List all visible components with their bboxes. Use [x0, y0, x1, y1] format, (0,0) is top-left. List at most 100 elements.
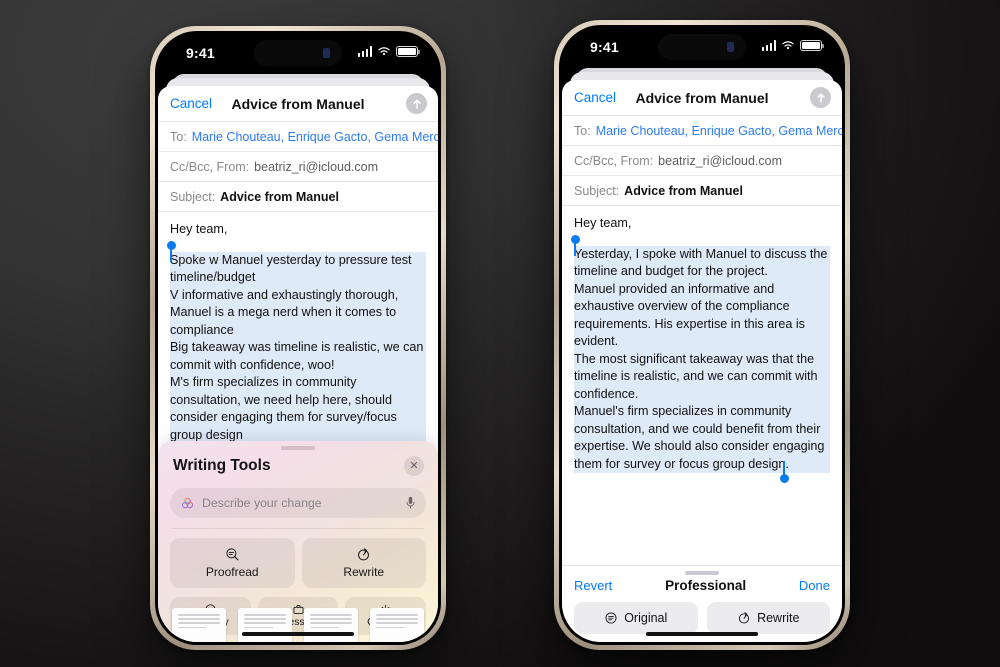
rewrite-button[interactable]: Rewrite [301, 537, 426, 588]
compose-nav-bar: Cancel Advice from Manuel [158, 86, 438, 122]
subject-label: Subject: [574, 184, 620, 198]
to-recipients: Marie Chouteau, Enrique Gacto, Gema Merc… [191, 130, 438, 144]
cc-label: Cc/Bcc, From: [170, 160, 250, 174]
cellular-bars-icon [761, 40, 776, 51]
body-paragraph: Manuel provided an informative and exhau… [574, 280, 830, 351]
writing-tools-title: Writing Tools [173, 457, 271, 474]
body-paragraph: The most significant takeaway was that t… [574, 350, 830, 403]
body-paragraph: Big takeaway was timeline is realistic, … [170, 339, 426, 374]
writing-tools-divider [172, 528, 424, 529]
original-label: Original [624, 611, 668, 625]
selected-text-block-left[interactable]: Spoke w Manuel yesterday to pressure tes… [167, 240, 426, 444]
phone-left-body: 9:41 Cancel Advice from Manuel To: Marie… [155, 31, 441, 645]
email-body-right[interactable]: Hey team, Yesterday, I spoke with Manuel… [562, 206, 842, 483]
cancel-button[interactable]: Cancel [574, 90, 616, 105]
camera-dot-icon [323, 48, 330, 58]
done-button[interactable]: Done [799, 578, 830, 593]
wifi-icon [378, 47, 390, 56]
dynamic-island [658, 34, 746, 60]
body-paragraph: Spoke w Manuel yesterday to pressure tes… [170, 251, 426, 287]
selection-bar-end [783, 461, 785, 476]
document-card[interactable] [172, 608, 226, 642]
writing-tools-panel: Writing Tools ✕ Describe your change Pro… [158, 441, 438, 642]
status-bar-right: 9:41 [562, 28, 842, 68]
microphone-icon[interactable] [405, 496, 416, 510]
rewrite-again-label: Rewrite [757, 611, 800, 625]
subject-field[interactable]: Subject: Advice from Manuel [158, 182, 438, 212]
subject-value: Advice from Manuel [624, 184, 743, 198]
scene-background: 9:41 Cancel Advice from Manuel To: Marie… [0, 0, 1000, 667]
status-indicators [357, 46, 420, 57]
phone-left: 9:41 Cancel Advice from Manuel To: Marie… [150, 26, 446, 650]
original-text-icon [605, 612, 617, 624]
send-button[interactable] [406, 93, 427, 114]
status-indicators [761, 40, 824, 51]
phone-left-screen: 9:41 Cancel Advice from Manuel To: Marie… [158, 34, 438, 642]
phone-right-screen: 9:41 Cancel Advice from Manuel To: Marie… [562, 28, 842, 642]
body-paragraph: Yesterday, I spoke with Manuel to discus… [574, 245, 830, 281]
from-address: beatriz_ri@icloud.com [254, 160, 379, 174]
cancel-button[interactable]: Cancel [170, 96, 212, 111]
writing-tools-primary-row: Proofread Rewrite [170, 537, 426, 588]
cc-label: Cc/Bcc, From: [574, 154, 654, 168]
body-paragraph: M's firm specializes in community consul… [170, 374, 426, 444]
wifi-icon [782, 41, 794, 50]
camera-dot-icon [727, 42, 734, 52]
document-card[interactable] [238, 608, 292, 642]
close-icon[interactable]: ✕ [404, 456, 424, 476]
proofread-button[interactable]: Proofread [170, 537, 295, 588]
to-label: To: [170, 130, 187, 144]
phone-right-body: 9:41 Cancel Advice from Manuel To: Marie… [559, 25, 845, 645]
rewrite-clock-icon [738, 612, 750, 624]
email-body-left[interactable]: Hey team, Spoke w Manuel yesterday to pr… [158, 212, 438, 444]
selected-text-block-right[interactable]: Yesterday, I spoke with Manuel to discus… [571, 234, 830, 483]
selection-bar-start [574, 239, 576, 256]
body-paragraph: Manuel's firm specializes in community c… [574, 403, 830, 473]
status-time: 9:41 [590, 39, 619, 55]
body-paragraph: V informative and exhaustingly thorough,… [170, 286, 426, 339]
rewrite-label: Rewrite [343, 564, 385, 579]
to-field[interactable]: To: Marie Chouteau, Enrique Gacto, Gema … [562, 116, 842, 146]
battery-icon [800, 40, 824, 51]
cellular-bars-icon [357, 46, 372, 57]
from-address: beatriz_ri@icloud.com [658, 154, 783, 168]
rewrite-mode-label: Professional [665, 577, 747, 593]
status-bar-left: 9:41 [158, 34, 438, 74]
rewrite-clock-icon [358, 548, 370, 561]
describe-change-input[interactable]: Describe your change [170, 488, 426, 518]
original-button[interactable]: Original [574, 602, 698, 634]
rewrite-again-button[interactable]: Rewrite [706, 602, 830, 634]
compose-sheet-left: Cancel Advice from Manuel To: Marie Chou… [158, 86, 438, 642]
subject-value: Advice from Manuel [220, 190, 339, 204]
status-time: 9:41 [186, 45, 215, 61]
document-suggestions-strip [158, 602, 438, 642]
dynamic-island [254, 40, 342, 66]
compose-nav-bar: Cancel Advice from Manuel [562, 80, 842, 116]
rewrite-bottom-bar: Revert Professional Done Original Rewrit… [562, 565, 842, 642]
home-indicator[interactable] [646, 631, 758, 636]
document-card[interactable] [370, 608, 424, 642]
send-button[interactable] [810, 87, 831, 108]
document-card[interactable] [304, 608, 358, 642]
selection-bar-start [170, 245, 172, 262]
to-recipients: Marie Chouteau, Enrique Gacto, Gema Merc… [595, 124, 842, 138]
apple-intelligence-orb-icon [182, 497, 193, 508]
subject-label: Subject: [170, 190, 216, 204]
phone-right: 9:41 Cancel Advice from Manuel To: Marie… [554, 20, 850, 650]
rewrite-actions: Original Rewrite [574, 602, 830, 634]
home-indicator[interactable] [242, 631, 354, 636]
battery-icon [396, 46, 420, 57]
greeting-line: Hey team, [574, 216, 632, 230]
to-field[interactable]: To: Marie Chouteau, Enrique Gacto, Gema … [158, 122, 438, 152]
cc-from-field[interactable]: Cc/Bcc, From: beatriz_ri@icloud.com [562, 146, 842, 176]
rewrite-bar-grabber[interactable] [685, 571, 719, 575]
subject-field[interactable]: Subject: Advice from Manuel [562, 176, 842, 206]
send-arrow-up-icon [816, 92, 825, 103]
greeting-line: Hey team, [170, 222, 228, 236]
to-label: To: [574, 124, 591, 138]
revert-button[interactable]: Revert [574, 578, 612, 593]
describe-change-placeholder: Describe your change [202, 496, 322, 510]
writing-tools-grabber[interactable] [281, 446, 315, 450]
cc-from-field[interactable]: Cc/Bcc, From: beatriz_ri@icloud.com [158, 152, 438, 182]
proofread-magnifier-icon [226, 548, 239, 561]
